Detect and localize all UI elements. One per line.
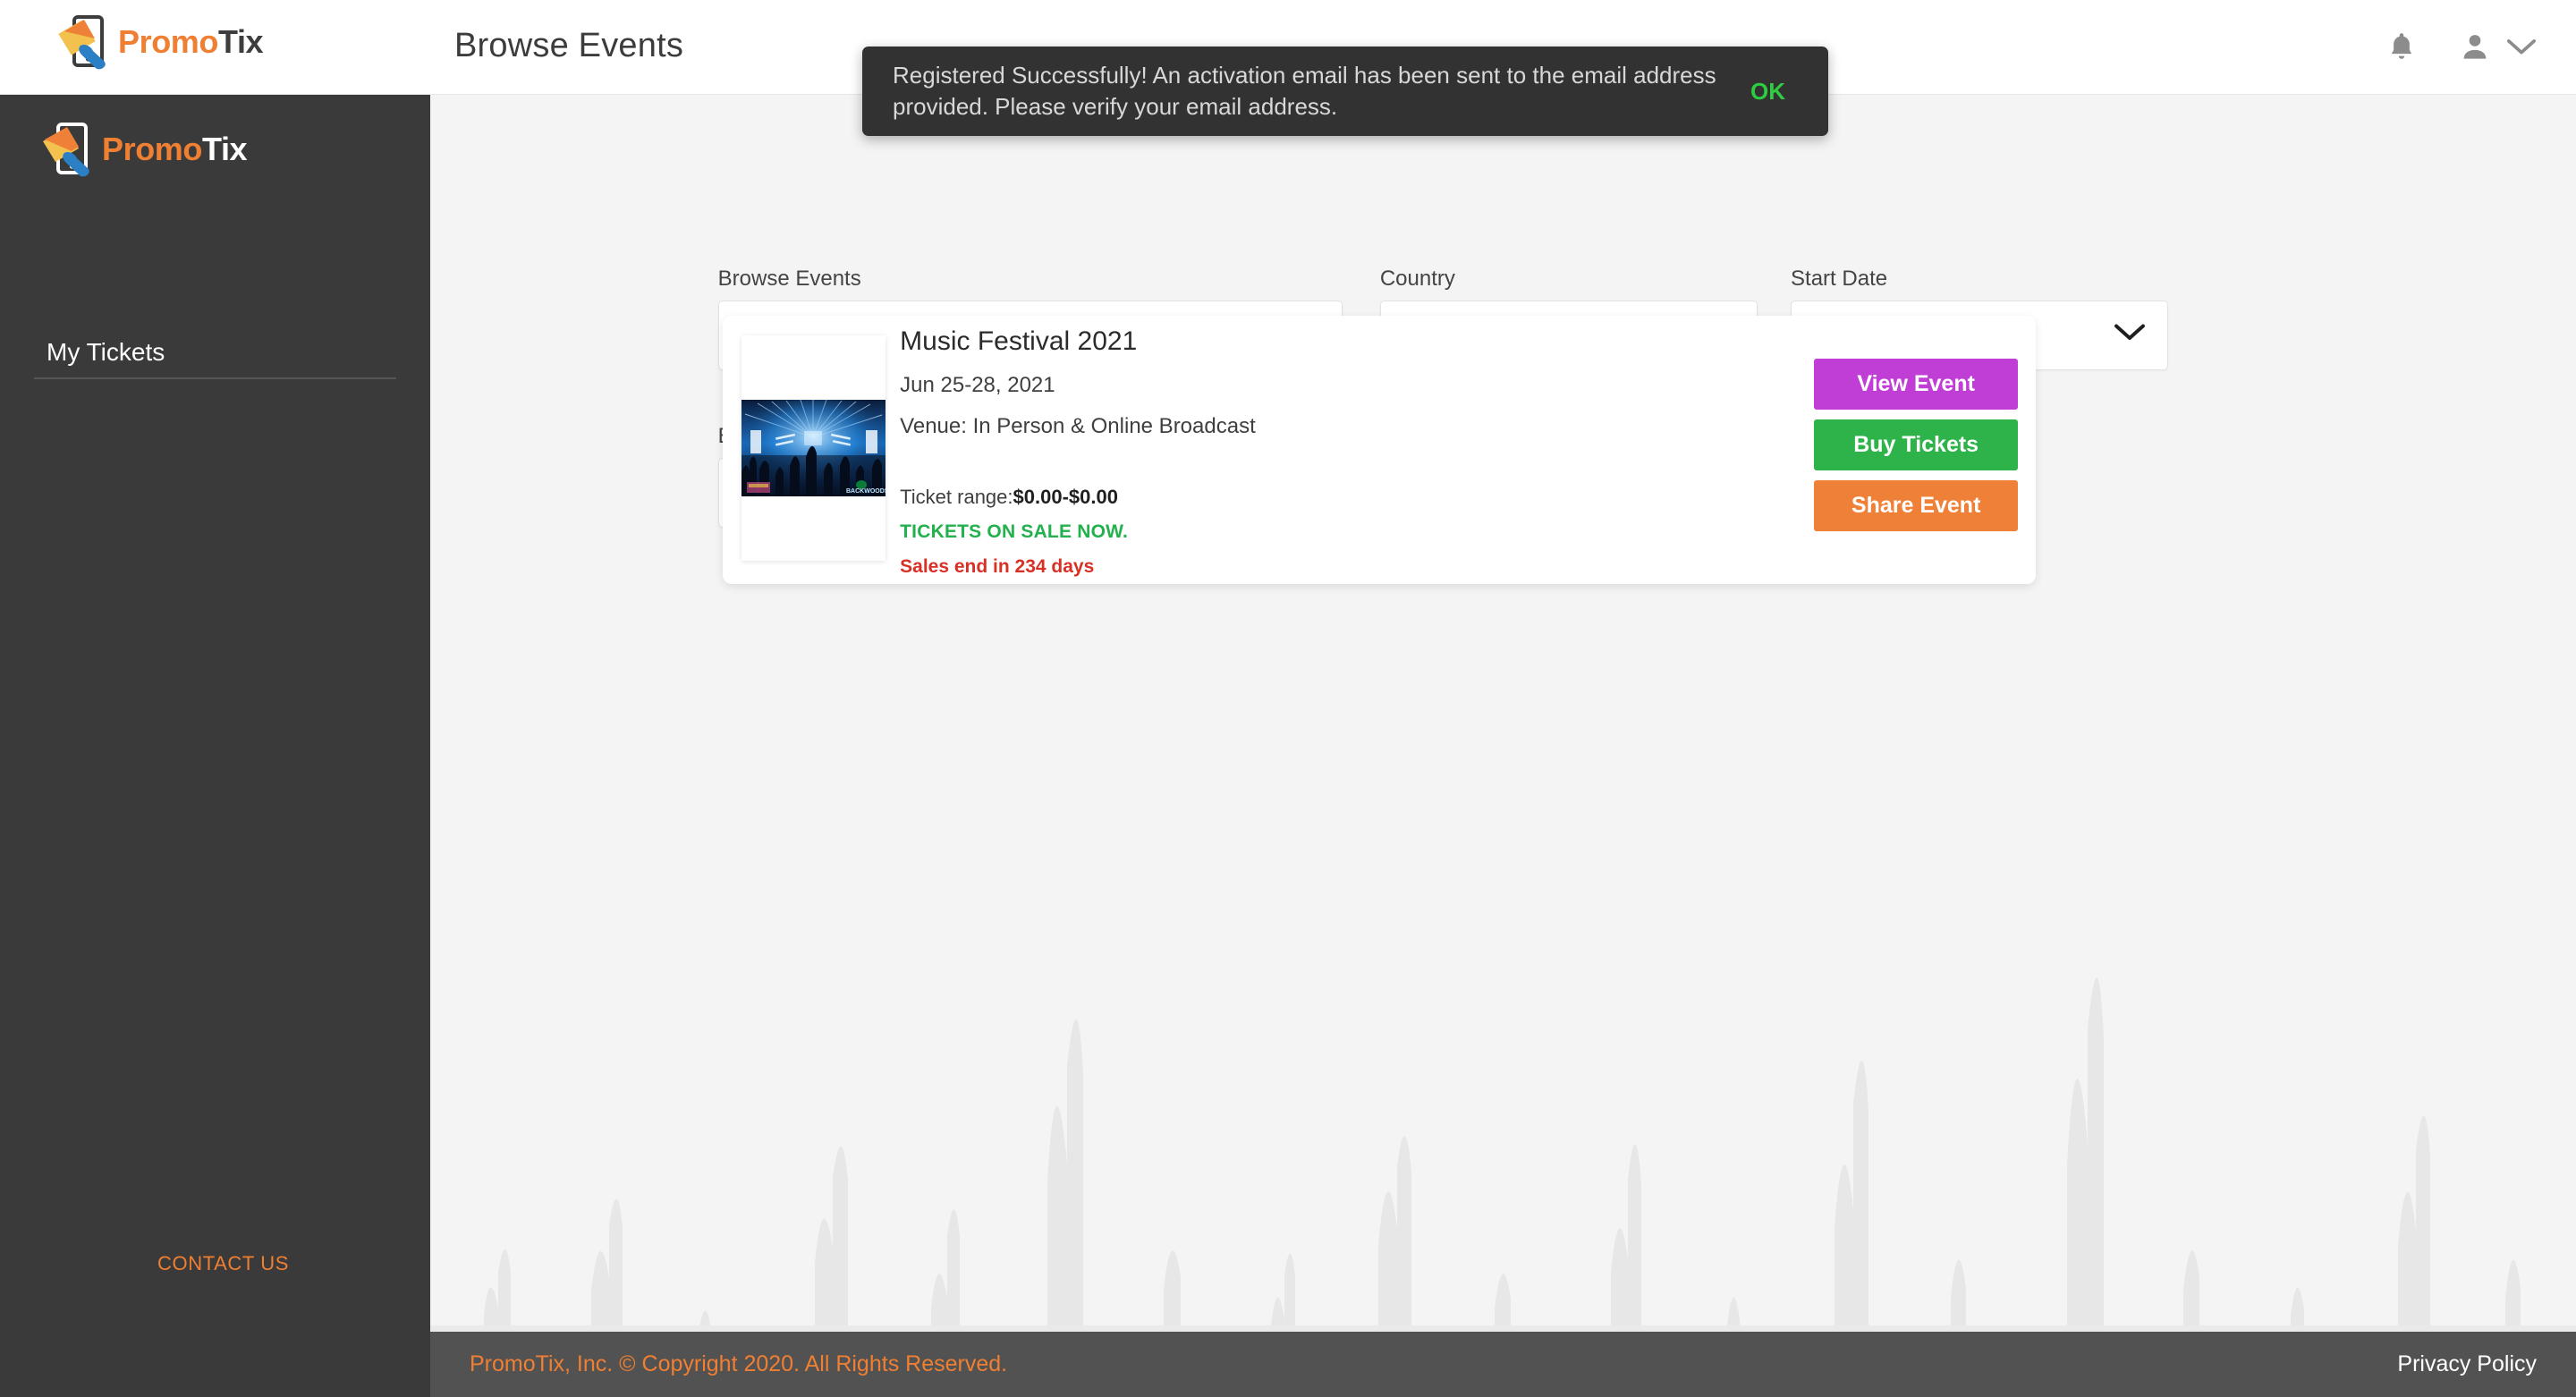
sidebar-divider	[34, 377, 396, 379]
sidebar-item-my-tickets[interactable]: My Tickets	[0, 326, 430, 379]
registration-success-toast: Registered Successfully! An activation e…	[862, 47, 1828, 136]
footer-copyright: PromoTix, Inc. © Copyright 2020. All Rig…	[470, 1351, 1008, 1376]
promotix-logo-icon	[54, 14, 113, 70]
event-title: Music Festival 2021	[900, 326, 1138, 356]
buy-tickets-button[interactable]: Buy Tickets	[1814, 419, 2019, 470]
logo-word-tix: Tix	[202, 131, 248, 167]
logo-word-promo: Promo	[118, 23, 219, 60]
chevron-down-icon	[2114, 323, 2146, 347]
view-event-button[interactable]: View Event	[1814, 358, 2019, 410]
svg-text:BACKWOODS: BACKWOODS	[846, 488, 886, 495]
contact-us-link[interactable]: CONTACT US	[157, 1252, 289, 1275]
country-field-label: Country	[1379, 266, 1455, 291]
sidebar-header: PromoTix My Tickets	[0, 95, 430, 377]
promotix-logo-icon	[38, 122, 97, 177]
header-actions	[2385, 0, 2537, 95]
account-menu[interactable]	[2458, 30, 2537, 64]
logo-wordmark: PromoTix	[118, 23, 264, 61]
event-ticket-range: Ticket range:$0.00-$0.00	[900, 486, 1256, 509]
page-title: Browse Events	[454, 27, 684, 64]
main-content: Browse Events Country View All Sta	[430, 95, 2576, 1397]
privacy-policy-link[interactable]: Privacy Policy	[2397, 1351, 2537, 1377]
toast-ok-button[interactable]: OK	[1738, 69, 1798, 114]
event-card[interactable]: BACKWOODS Music Festival 2021 Jun 25-28,…	[723, 315, 2037, 584]
event-details: Music Festival 2021 Jun 25-28, 2021 Venu…	[900, 326, 1256, 578]
start-date-field-label: Start Date	[1791, 266, 1888, 291]
footer-bar: PromoTix, Inc. © Copyright 2020. All Rig…	[430, 1332, 2576, 1397]
toast-message: Registered Successfully! An activation e…	[893, 61, 1716, 120]
app-root: PromoTix Browse Events PromoTix My Ticke…	[0, 0, 2576, 1397]
event-sales-end-countdown: Sales end in 234 days	[900, 555, 1095, 577]
sidebar-logo-wordmark: PromoTix	[102, 131, 248, 168]
ticket-range-value: $0.00-$0.00	[1013, 485, 1118, 508]
event-on-sale-status: TICKETS ON SALE NOW.	[900, 521, 1128, 542]
ticket-range-label: Ticket range:	[900, 485, 1013, 508]
sidebar: PromoTix My Tickets CONTACT US	[0, 95, 430, 1397]
header-logo[interactable]: PromoTix	[54, 14, 264, 70]
chevron-down-icon	[2506, 38, 2537, 57]
event-image: BACKWOODS	[741, 399, 886, 496]
event-image-container: BACKWOODS	[741, 334, 886, 561]
sidebar-nav: My Tickets	[0, 326, 430, 379]
search-field-label: Browse Events	[717, 266, 861, 291]
bell-icon[interactable]	[2385, 30, 2419, 65]
event-action-buttons: View Event Buy Tickets Share Event	[1814, 358, 2019, 531]
logo-word-promo: Promo	[102, 131, 203, 167]
share-event-button[interactable]: Share Event	[1814, 479, 2019, 531]
logo-word-tix: Tix	[218, 23, 264, 60]
person-icon	[2458, 30, 2492, 64]
event-venue: Venue: In Person & Online Broadcast	[900, 413, 1256, 438]
sidebar-logo[interactable]: PromoTix	[38, 122, 248, 177]
event-dates: Jun 25-28, 2021	[900, 372, 1055, 397]
crowd-background-watermark	[430, 977, 2576, 1397]
